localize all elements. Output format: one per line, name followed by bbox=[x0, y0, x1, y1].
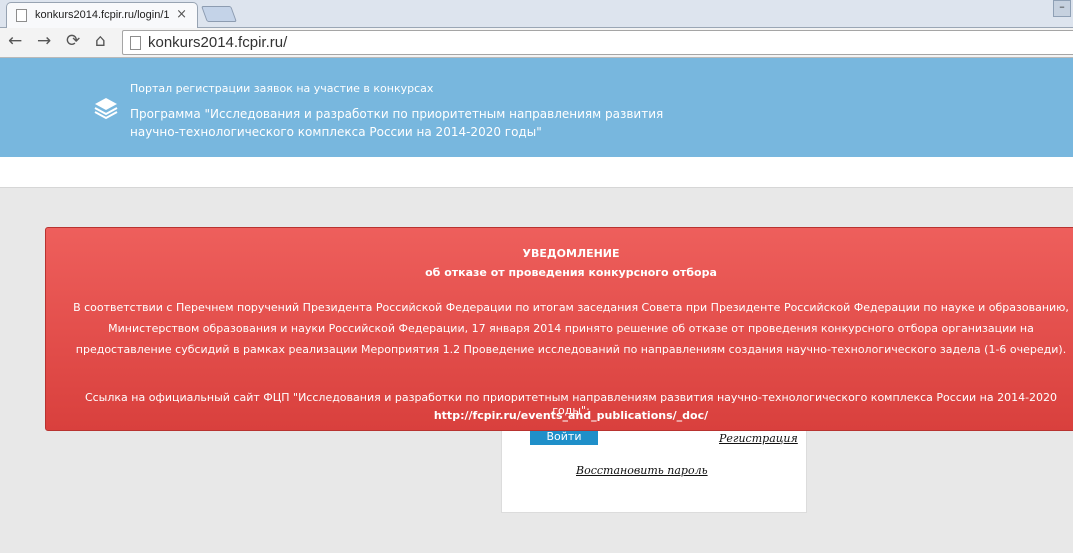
notice-subtitle: об отказе от проведения конкурсного отбо… bbox=[425, 266, 717, 279]
browser-toolbar: ← → ⟳ ⌂ konkurs2014.fcpir.ru/ bbox=[0, 28, 1073, 58]
browser-tab[interactable]: konkurs2014.fcpir.ru/login/1 × bbox=[6, 2, 198, 28]
close-icon[interactable]: × bbox=[176, 7, 187, 22]
reload-icon[interactable]: ⟳ bbox=[66, 31, 80, 51]
back-arrow-icon[interactable]: ← bbox=[8, 31, 22, 51]
restore-password-link[interactable]: Восстановить пароль bbox=[576, 464, 708, 477]
tab-title: konkurs2014.fcpir.ru/login/1 bbox=[35, 9, 170, 21]
navigation-strip bbox=[0, 157, 1073, 188]
program-title: Программа "Исследования и разработки по … bbox=[130, 107, 664, 139]
notice-link-url[interactable]: http://fcpir.ru/events_and_publications/… bbox=[46, 409, 1073, 422]
forward-arrow-icon[interactable]: → bbox=[37, 31, 51, 51]
minimize-button[interactable]: – bbox=[1053, 0, 1071, 17]
home-icon[interactable]: ⌂ bbox=[95, 31, 106, 51]
address-bar[interactable]: konkurs2014.fcpir.ru/ bbox=[122, 30, 1073, 55]
notice-panel: УВЕДОМЛЕНИЕ об отказе от проведения конк… bbox=[45, 227, 1073, 431]
page-icon bbox=[16, 9, 27, 22]
notice-body: В соответствии с Перечнем поручений През… bbox=[73, 301, 1069, 356]
new-tab-button[interactable] bbox=[201, 6, 237, 22]
portal-subtitle: Портал регистрации заявок на участие в к… bbox=[130, 82, 434, 95]
registration-link[interactable]: Регистрация bbox=[719, 432, 798, 445]
notice-title: УВЕДОМЛЕНИЕ bbox=[522, 247, 620, 260]
address-url[interactable]: konkurs2014.fcpir.ru/ bbox=[148, 34, 287, 51]
browser-tab-bar: konkurs2014.fcpir.ru/login/1 × – bbox=[0, 0, 1073, 28]
stack-logo-icon bbox=[94, 98, 118, 120]
page-icon bbox=[130, 36, 141, 50]
